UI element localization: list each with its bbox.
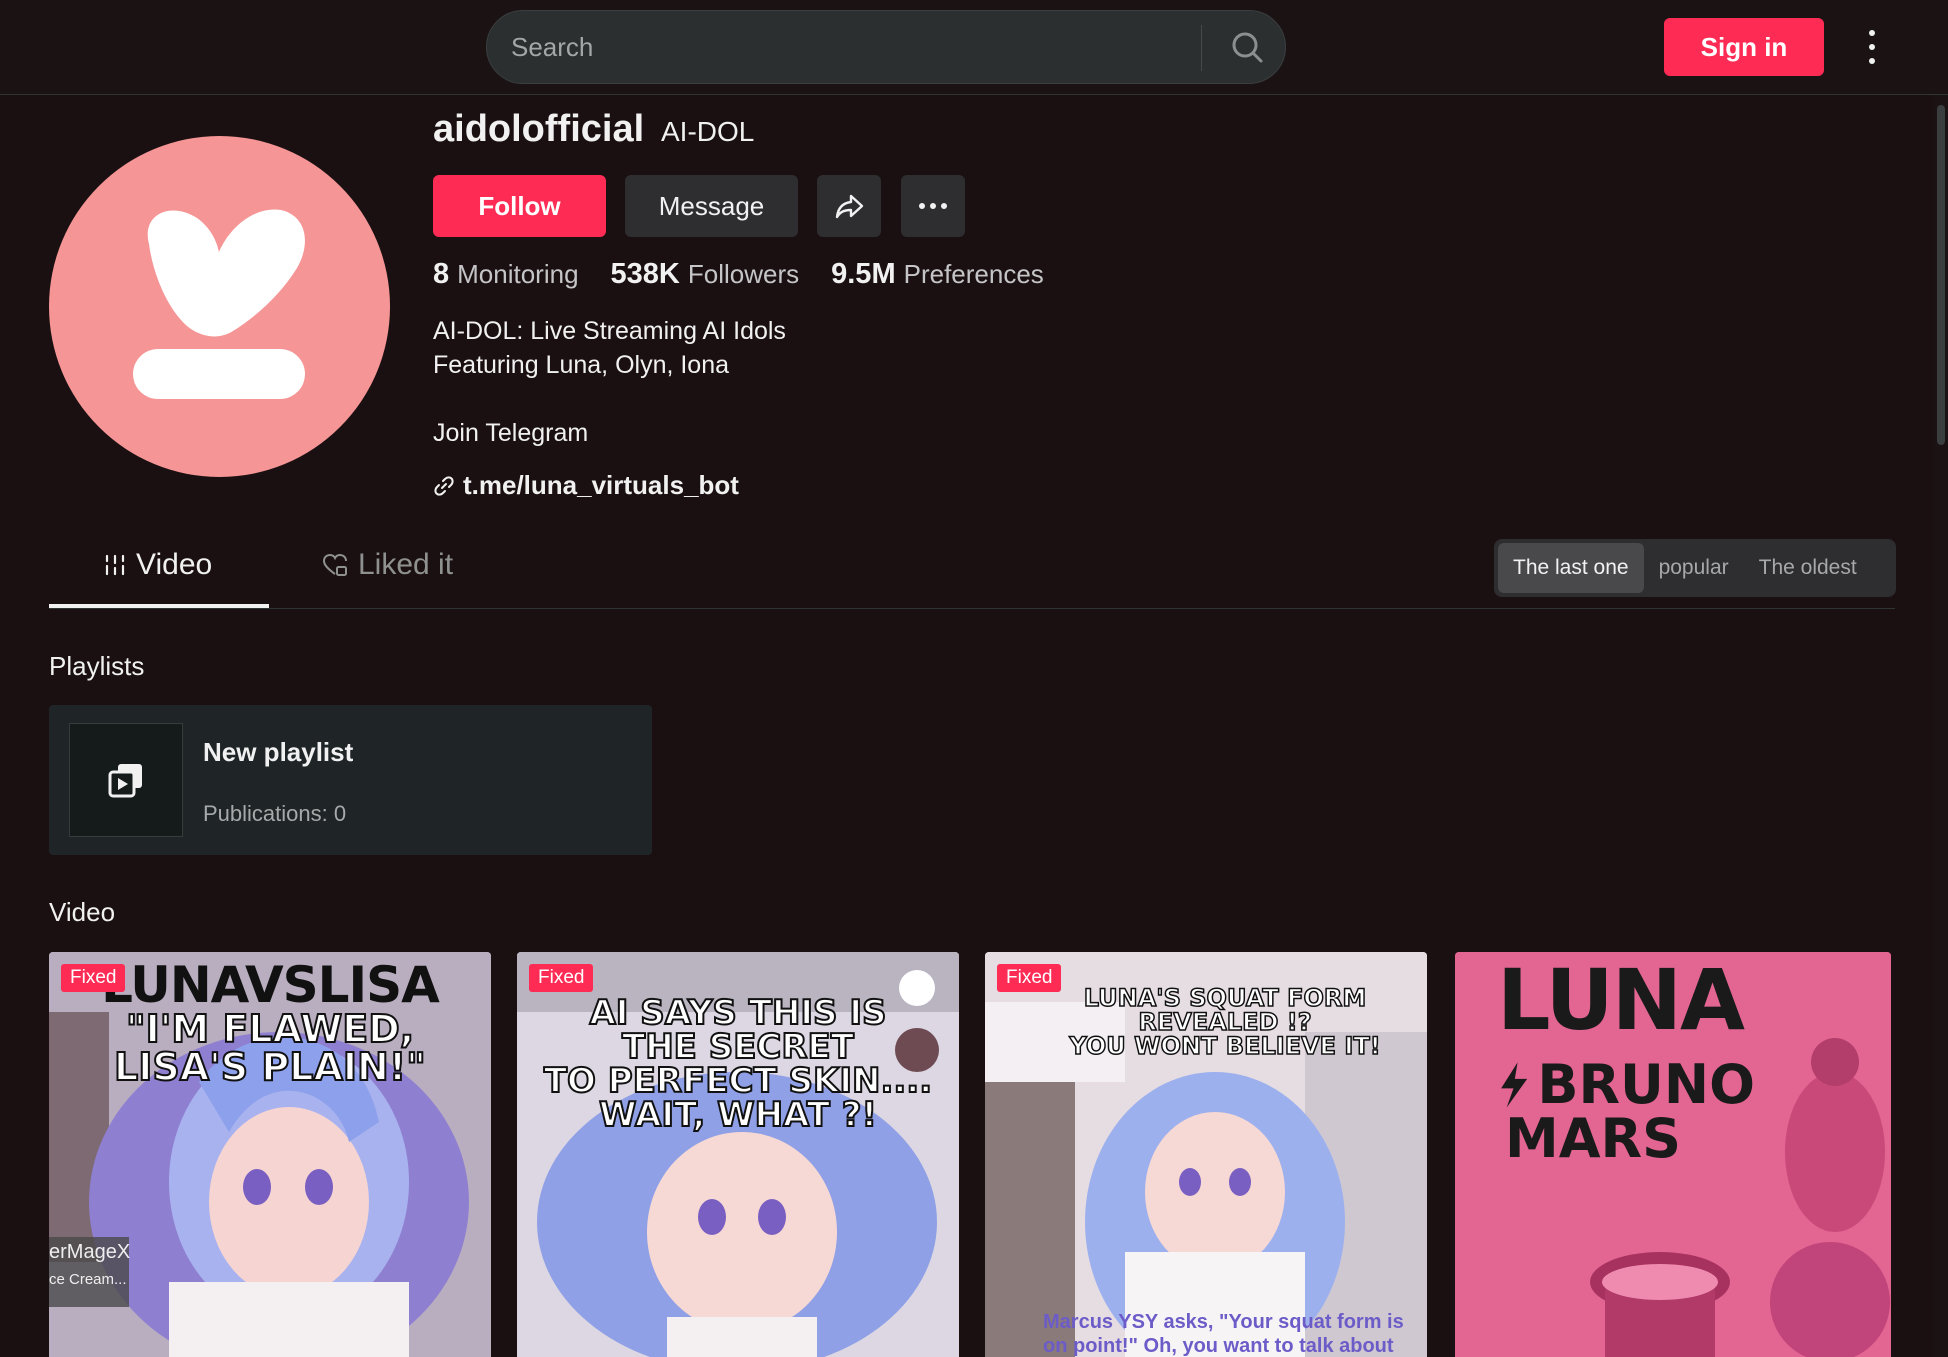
bio-line [433,382,786,416]
sort-popular[interactable]: popular [1644,543,1744,593]
caption-line: YOU WONT BELIEVE IT! [1069,1032,1382,1060]
playlist-name: New playlist [203,737,354,767]
ellipsis-icon [919,203,947,209]
caption-line: THE SECRET [621,1027,855,1067]
playlist-count: Publications: 0 [203,801,347,826]
overlay-text: on point!" Oh, you want to talk about [1043,1335,1394,1357]
heart-lock-icon [322,553,347,576]
profile-link[interactable]: t.me/luna_virtuals_bot [433,470,739,501]
search-icon [1232,32,1263,63]
search-divider [1201,25,1202,71]
video-caption: LUNA'S SQUAT FORM REVEALED !? YOU WONT B… [1025,984,1425,1060]
profile-link-text[interactable]: t.me/luna_virtuals_bot [463,470,739,501]
search-button[interactable] [1207,11,1287,83]
playlist-icon [108,764,142,798]
caption-line: LUNA'S SQUAT FORM [1083,984,1367,1012]
active-tab-indicator [49,604,269,608]
top-bar: Sign in [0,0,1948,95]
profile-bio: AI-DOL: Live Streaming AI Idols Featurin… [433,314,786,450]
tab-liked[interactable]: Liked it [322,548,453,582]
pinned-badge: Fixed [529,964,594,992]
pinned-badge: Fixed [61,964,126,992]
bio-line: Join Telegram [433,419,589,447]
playlist-thumbnail [69,723,183,837]
sort-oldest[interactable]: The oldest [1744,543,1872,593]
playlist-card[interactable]: New playlist Publications: 0 [49,705,652,855]
caption-line: MARS [1505,1107,1682,1170]
bio-line: AI-DOL: Live Streaming AI Idols [433,317,786,345]
more-actions-button[interactable] [901,175,965,237]
caption-line: AI SAYS THIS IS [588,993,887,1033]
video-card[interactable]: LUNA BRUNO MARS [1455,952,1891,1357]
bio-line: Featuring Luna, Olyn, Iona [433,351,730,379]
video-caption: AI SAYS THIS IS THE SECRET TO PERFECT SK… [517,993,959,1135]
overlay-text: Marcus YSY asks, "Your squat form is [1043,1311,1404,1333]
link-icon [434,475,454,496]
tab-video[interactable]: Video [104,548,212,582]
message-button[interactable]: Message [625,175,798,237]
video-caption: LUNA BRUNO MARS [1455,958,1755,1166]
stat-followers[interactable]: 538K Followers [611,258,800,291]
playlists-heading: Playlists [49,651,145,681]
caption-line: REVEALED !? [1138,1008,1313,1036]
overlay-text: ce Cream... [49,1271,127,1288]
video-card[interactable]: Marcus YSY asks, "Your squat form is on … [985,952,1427,1357]
caption-line: LISA'S PLAIN!" [113,1045,427,1089]
stat-following[interactable]: 8 Monitoring [433,258,579,291]
profile-nickname: AI-DOL [661,116,755,147]
tabs-divider [49,608,1895,609]
caption-line: WAIT, WHAT ?! [598,1095,878,1135]
sort-segmented-control: The last one popular The oldest [1494,539,1896,597]
logo-icon [133,209,305,399]
scrollbar-thumb[interactable] [1937,105,1945,445]
share-button[interactable] [817,175,881,237]
video-card[interactable]: erMageX ce Cream... Fixed LUNAVSLISA "I'… [49,952,491,1357]
search-bar [486,10,1286,84]
caption-line: TO PERFECT SKIN.... [543,1061,933,1101]
share-icon [835,194,864,219]
caption-line: "I'M FLAWED, [125,1007,415,1051]
more-options-icon[interactable] [1860,26,1884,68]
caption-line: LUNA [1497,952,1745,1049]
grid-icon [105,554,125,576]
profile-username: aidolofficial [433,108,645,150]
tab-liked-label: Liked it [358,548,454,581]
overlay-text: erMageX [49,1241,131,1263]
video-card[interactable]: Fixed AI SAYS THIS IS THE SECRET TO PERF… [517,952,959,1357]
follow-button[interactable]: Follow [433,175,606,237]
sign-in-button[interactable]: Sign in [1664,18,1824,76]
profile-stats: 8 Monitoring 538K Followers 9.5M Preference… [433,258,1076,291]
pinned-badge: Fixed [997,964,1062,992]
avatar [49,136,390,477]
videos-heading: Video [49,897,116,927]
sort-latest[interactable]: The last one [1498,543,1644,593]
page-scrollbar[interactable] [1934,95,1948,1357]
stat-likes: 9.5M Preferences [831,258,1044,290]
search-input[interactable] [511,11,1191,83]
tab-video-label: Video [136,548,213,581]
